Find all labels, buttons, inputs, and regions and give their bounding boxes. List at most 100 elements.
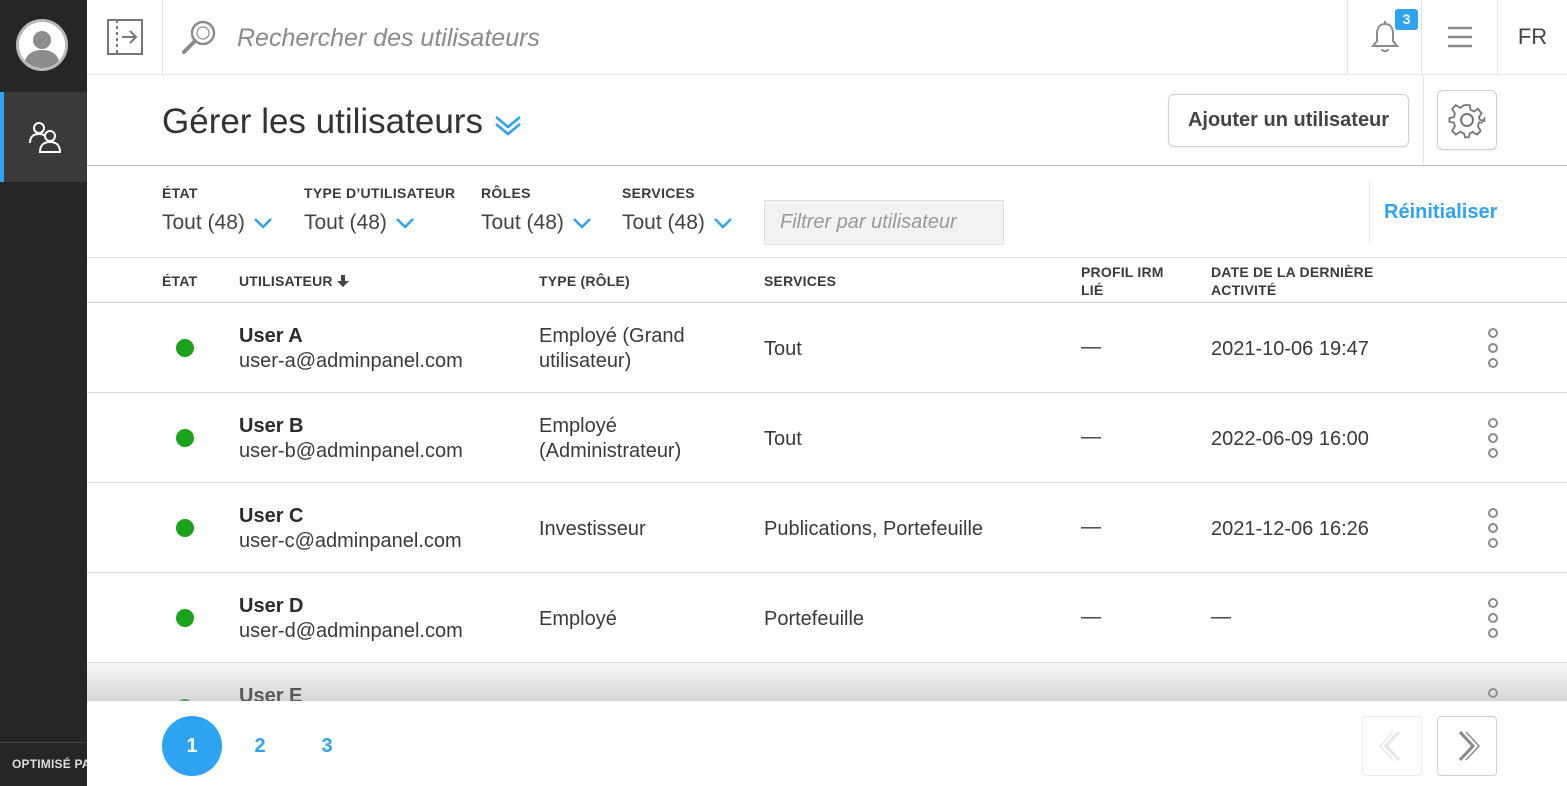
column-status[interactable]: ÉTAT [162,272,197,290]
status-active-dot [176,429,194,447]
search-input[interactable] [237,18,937,58]
column-irm-line1: PROFIL IRM [1081,264,1164,280]
filter-services[interactable]: SERVICES Tout (48) [622,185,733,235]
notifications-button[interactable]: 3 [1347,0,1422,74]
user-irm-profile: — [1081,516,1101,538]
user-services: Publications, Portefeuille [764,518,984,540]
filter-roles[interactable]: RÔLES Tout (48) [481,185,592,235]
expand-sidebar-icon [106,19,143,55]
user-irm-profile: — [1081,336,1101,358]
page-header: Gérer les utilisateurs Ajouter un utilis… [87,75,1567,166]
column-user-label: UTILISATEUR [239,273,333,289]
double-chevron-right-icon [1458,730,1480,762]
user-name: User B [239,415,304,437]
powered-by: OPTIMISÉ PAR [0,742,87,786]
user-type: Employé (Grand utilisateur) [539,325,685,372]
column-user[interactable]: UTILISATEUR [239,272,349,290]
filter-user-type-dropdown[interactable]: Tout (48) [304,211,455,235]
double-chevron-left-icon [1379,730,1401,762]
column-irm-profile[interactable]: PROFIL IRM LIÉ [1081,263,1164,299]
filter-value: Tout (48) [304,211,387,234]
previous-page-button[interactable] [1362,716,1422,776]
notifications-badge: 3 [1395,9,1418,30]
gear-icon [1448,103,1486,139]
page-2-button[interactable]: 2 [230,716,290,776]
sort-down-icon [336,275,349,287]
user-name: User D [239,595,304,617]
filter-services-dropdown[interactable]: Tout (48) [622,211,733,235]
table-row[interactable]: User B user-b@adminpanel.com Employé (Ad… [87,393,1567,483]
search-icon [180,18,220,63]
filter-status-dropdown[interactable]: Tout (48) [162,211,273,235]
settings-button[interactable] [1437,90,1497,150]
filter-value: Tout (48) [481,211,564,234]
filter-label: SERVICES [622,185,695,201]
avatar-icon [19,22,65,68]
more-actions-icon[interactable] [1482,328,1504,368]
add-user-button[interactable]: Ajouter un utilisateur [1168,94,1409,147]
divider [1423,75,1424,165]
page-title-dropdown[interactable]: Gérer les utilisateurs [162,102,523,142]
user-last-activity: 2022-06-09 16:00 [1211,428,1369,450]
table-row[interactable]: User A user-a@adminpanel.com Employé (Gr… [87,303,1567,393]
column-last-activity[interactable]: DATE DE LA DERNIÈRE ACTIVITÉ [1211,263,1373,299]
filter-status[interactable]: ÉTAT Tout (48) [162,185,273,235]
user-filter-input[interactable] [764,200,1004,245]
table-row[interactable]: User D user-d@adminpanel.com Employé Por… [87,573,1567,663]
pagination: 1 2 3 [87,701,1567,786]
double-chevron-down-icon [495,116,521,136]
page-3-button[interactable]: 3 [297,716,357,776]
reset-filters-link[interactable]: Réinitialiser [1384,201,1497,224]
column-services[interactable]: SERVICES [764,272,836,290]
users-table: User A user-a@adminpanel.com Employé (Gr… [87,303,1567,701]
page-title: Gérer les utilisateurs [162,102,483,141]
column-last-line2: ACTIVITÉ [1211,282,1277,298]
column-irm-line2: LIÉ [1081,282,1104,298]
language-selector[interactable]: FR [1498,0,1567,74]
filter-value: Tout (48) [622,211,705,234]
chevron-down-icon [714,218,732,229]
next-page-button[interactable] [1437,716,1497,776]
user-irm-profile: — [1081,606,1101,628]
filter-label: RÔLES [481,185,531,201]
chevron-down-icon [254,218,272,229]
user-last-activity: 2021-10-06 19:47 [1211,338,1369,360]
column-type[interactable]: TYPE (RÔLE) [539,272,630,290]
user-email: user-b@adminpanel.com [239,440,463,462]
collapse-sidebar-button[interactable] [87,0,163,74]
table-row[interactable]: User C user-c@adminpanel.com Investisseu… [87,483,1567,573]
left-rail: OPTIMISÉ PAR [0,0,87,786]
chevron-down-icon [396,218,414,229]
user-name: User C [239,505,304,527]
user-email: user-c@adminpanel.com [239,530,462,552]
more-actions-icon[interactable] [1482,508,1504,548]
user-email: user-a@adminpanel.com [239,350,463,372]
status-active-dot [176,339,194,357]
rail-item-users[interactable] [0,92,87,182]
more-actions-icon[interactable] [1482,418,1504,458]
user-name: User E [239,685,303,701]
more-actions-icon[interactable] [1482,688,1504,701]
user-services: Tout [764,428,802,450]
user-type: Employé (Administrateur) [539,415,682,462]
hamburger-icon [1447,26,1472,48]
page-1-button[interactable]: 1 [162,716,222,776]
divider [1369,182,1370,242]
user-type: Investisseur [539,518,646,540]
column-last-line1: DATE DE LA DERNIÈRE [1211,264,1374,280]
powered-by-label: OPTIMISÉ PAR [12,757,87,771]
filter-roles-dropdown[interactable]: Tout (48) [481,211,592,235]
status-active-dot [176,609,194,627]
user-services: Portefeuille [764,608,865,630]
user-avatar[interactable] [16,19,68,71]
menu-button[interactable] [1422,0,1498,74]
more-actions-icon[interactable] [1482,598,1504,638]
user-irm-profile: — [1081,426,1101,448]
table-row[interactable]: User E [87,663,1567,701]
user-name: User A [239,325,303,347]
filter-user-type[interactable]: TYPE D’UTILISATEUR Tout (48) [304,185,455,235]
user-type: Employé [539,608,617,630]
status-active-dot [176,519,194,537]
user-last-activity: 2021-12-06 16:26 [1211,518,1369,540]
filter-label: ÉTAT [162,185,198,201]
